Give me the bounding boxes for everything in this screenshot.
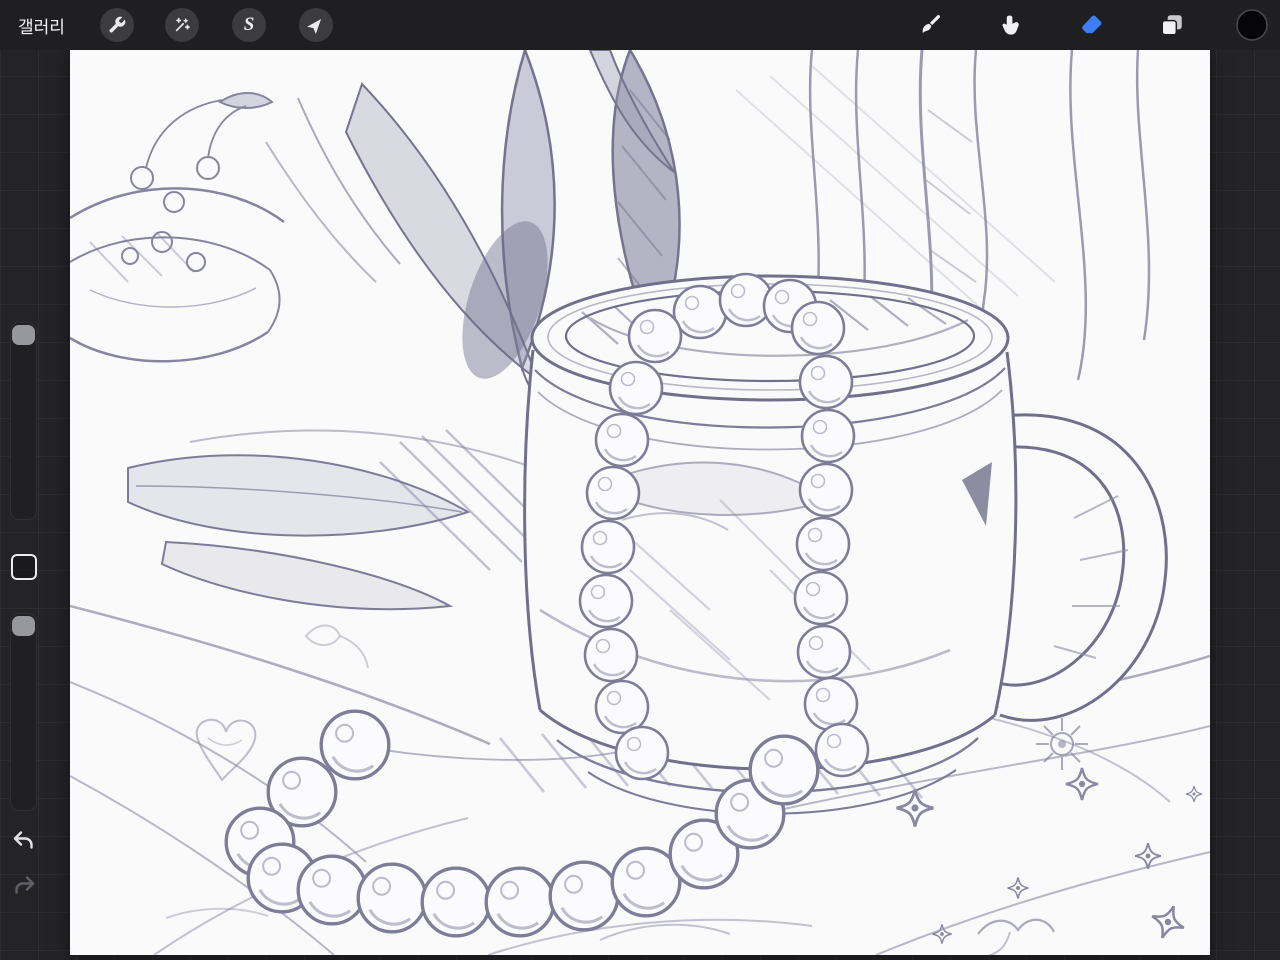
brush-size-slider-handle[interactable]	[12, 325, 35, 345]
drawing-canvas[interactable]	[70, 50, 1210, 955]
erase-tool-button[interactable]	[1074, 8, 1108, 42]
opacity-slider-handle[interactable]	[12, 616, 35, 636]
sketch-left-leaves	[127, 429, 563, 611]
brush-size-slider[interactable]	[10, 322, 37, 520]
selection-s-icon: S	[243, 14, 255, 35]
layers-button[interactable]	[1155, 8, 1189, 42]
magic-wand-icon	[175, 17, 190, 32]
color-disc-icon	[1236, 9, 1268, 41]
sketch-artwork	[70, 50, 1210, 955]
modify-button[interactable]	[11, 554, 37, 580]
gallery-button[interactable]: 갤러리	[18, 0, 65, 50]
toolbar: 갤러리 S	[0, 0, 1280, 50]
sketch-plate-berries	[70, 92, 285, 363]
color-button[interactable]	[1235, 8, 1269, 42]
transform-button[interactable]	[299, 8, 333, 42]
layers-icon	[1161, 15, 1182, 36]
workspace-background: 갤러리 S	[0, 0, 1280, 960]
transform-arrow-icon	[307, 18, 322, 35]
wrench-icon	[109, 16, 126, 33]
smudge-tool-button[interactable]	[993, 8, 1027, 42]
side-toolbar	[0, 50, 70, 960]
eraser-icon	[1081, 15, 1101, 33]
adjustments-button[interactable]	[165, 8, 199, 42]
actions-button[interactable]	[100, 8, 134, 42]
paintbrush-icon	[922, 14, 941, 34]
paint-tool-button[interactable]	[913, 8, 947, 42]
selection-button[interactable]: S	[232, 8, 266, 42]
undo-button[interactable]	[9, 826, 39, 856]
opacity-slider[interactable]	[10, 613, 37, 811]
redo-button[interactable]	[9, 871, 39, 901]
undo-icon	[13, 831, 33, 849]
smudge-finger-icon	[1002, 15, 1019, 35]
redo-icon	[15, 876, 35, 894]
